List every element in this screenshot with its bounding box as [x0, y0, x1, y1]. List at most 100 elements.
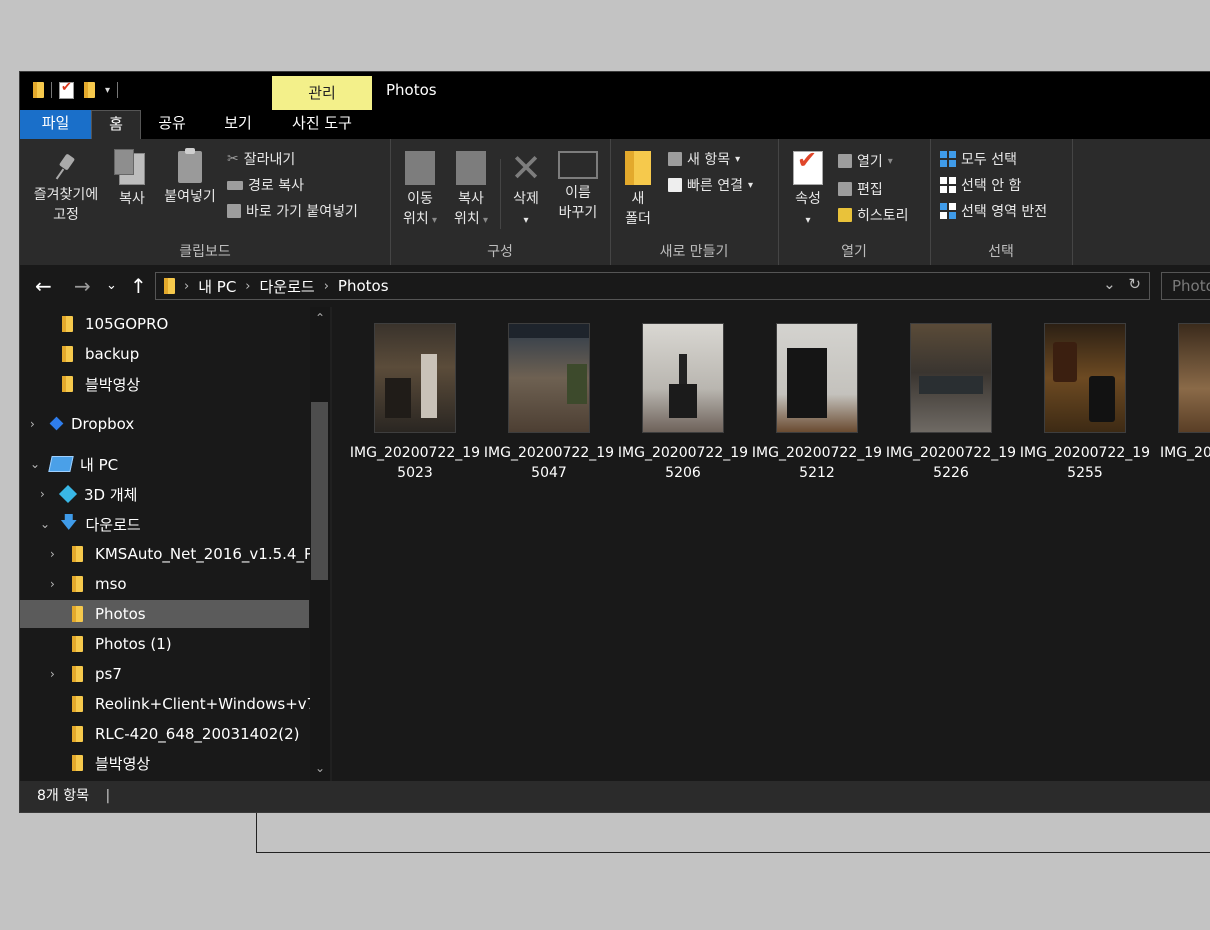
- tree-item[interactable]: › mso: [50, 570, 127, 598]
- copy-path-button[interactable]: 경로 복사: [227, 175, 304, 195]
- file-item[interactable]: IMG_20200722_195226: [884, 323, 1018, 483]
- tree-item-label: 105GOPRO: [85, 315, 169, 333]
- folder-icon: [62, 376, 73, 392]
- chevron-right-icon[interactable]: ›: [40, 487, 45, 501]
- file-item[interactable]: IMG_20200722_195212: [750, 323, 884, 483]
- file-name: IMG_20200722_195047: [483, 445, 615, 481]
- open-icon: [838, 154, 852, 168]
- address-bar[interactable]: › 내 PC › 다운로드 › Photos ⌄ ↻: [155, 272, 1150, 300]
- pin-to-quick-access-button[interactable]: 즐겨찾기에 고정: [26, 153, 106, 225]
- tree-item[interactable]: 블박영상: [72, 749, 150, 777]
- copy-to-label-line2: 위치: [454, 211, 480, 227]
- tree-item-this-pc[interactable]: ⌄ 내 PC: [30, 450, 118, 478]
- nav-scrollbar[interactable]: ⌃ ⌄: [310, 307, 330, 781]
- tree-item[interactable]: 105GOPRO: [62, 310, 168, 338]
- rename-button[interactable]: 이름 바꾸기: [550, 151, 606, 223]
- tab-file[interactable]: 파일: [20, 110, 91, 139]
- breadcrumb-photos[interactable]: Photos: [338, 277, 389, 295]
- select-all-label: 모두 선택: [961, 152, 1017, 168]
- tree-item-label: 다운로드: [85, 515, 141, 534]
- rename-label-line2: 바꾸기: [558, 205, 598, 221]
- new-folder-label-line2: 폴더: [625, 211, 651, 227]
- file-item[interactable]: IMG_2020072: [1152, 323, 1210, 463]
- tree-item-label: Photos (1): [95, 635, 172, 653]
- chevron-right-icon[interactable]: ›: [50, 577, 55, 591]
- history-button[interactable]: 히스토리: [838, 205, 909, 225]
- copy-to-button[interactable]: 복사 위치 ▾: [448, 151, 494, 231]
- address-dropdown-icon[interactable]: ⌄: [1103, 275, 1116, 293]
- breadcrumb-this-pc[interactable]: 내 PC: [198, 276, 236, 297]
- tree-item-downloads[interactable]: ⌄ 🡇 다운로드: [40, 510, 141, 538]
- paste-shortcut-icon: [227, 204, 241, 218]
- new-item-button[interactable]: 새 항목 ▾: [668, 149, 740, 169]
- chevron-down-icon[interactable]: ⌄: [30, 457, 40, 471]
- delete-label: 삭제: [513, 191, 539, 207]
- new-group: 새 폴더 새 항목 ▾ 빠른 연결 ▾ 새로 만들기: [610, 139, 779, 265]
- invert-selection-icon: [940, 203, 956, 219]
- breadcrumb-downloads[interactable]: 다운로드: [260, 276, 315, 297]
- invert-selection-button[interactable]: 선택 영역 반전: [940, 201, 1047, 221]
- tab-picture-tools[interactable]: 사진 도구: [278, 110, 366, 139]
- file-item[interactable]: IMG_20200722_195255: [1018, 323, 1152, 483]
- folder-icon: [62, 346, 73, 362]
- clipboard-group-label: 클립보드: [179, 244, 231, 260]
- tree-item[interactable]: RLC-420_648_20031402(2): [72, 720, 300, 748]
- tree-item[interactable]: 블박영상: [62, 370, 140, 398]
- paste-shortcut-button[interactable]: 바로 가기 붙여넣기: [227, 201, 358, 221]
- recent-locations-chevron-icon[interactable]: ⌄: [106, 278, 117, 293]
- quick-access-toolbar: ▾: [33, 80, 125, 100]
- select-all-button[interactable]: 모두 선택: [940, 149, 1017, 169]
- up-arrow-icon[interactable]: ↑: [130, 274, 147, 298]
- file-item[interactable]: IMG_20200722_195047: [482, 323, 616, 483]
- tree-item-3d-objects[interactable]: › 3D 개체: [40, 480, 137, 508]
- scroll-up-chevron-icon[interactable]: ⌃: [310, 311, 330, 325]
- clipboard-icon: [178, 148, 202, 183]
- rename-icon: [558, 151, 598, 179]
- refresh-icon[interactable]: ↻: [1128, 275, 1141, 293]
- cut-button[interactable]: ✂ 잘라내기: [227, 149, 295, 169]
- file-item[interactable]: IMG_20200722_195023: [348, 323, 482, 483]
- paste-button[interactable]: 붙여넣기: [158, 148, 222, 207]
- photo-thumbnail: [776, 323, 858, 433]
- tree-item-dropbox[interactable]: › Dropbox: [30, 410, 134, 438]
- tree-item[interactable]: Reolink+Client+Windows+v7.2.: [72, 690, 311, 718]
- tab-view[interactable]: 보기: [210, 110, 266, 139]
- file-name: IMG_2020072: [1160, 445, 1210, 461]
- tree-item[interactable]: › KMSAuto_Net_2016_v1.5.4_Porta: [50, 540, 311, 568]
- copy-button[interactable]: 복사: [110, 149, 154, 209]
- file-item[interactable]: IMG_20200722_195206: [616, 323, 750, 483]
- manage-context-tab[interactable]: 관리: [272, 76, 372, 110]
- tree-item-label: 3D 개체: [84, 485, 138, 504]
- back-arrow-icon[interactable]: ←: [35, 274, 52, 298]
- chevron-down-icon: ▾: [735, 153, 741, 165]
- new-folder-icon[interactable]: [84, 82, 95, 98]
- scroll-thumb[interactable]: [311, 402, 328, 580]
- properties-icon[interactable]: [59, 80, 74, 99]
- select-none-button[interactable]: 선택 안 함: [940, 175, 1021, 195]
- delete-button[interactable]: ✕ 삭제 ▾: [504, 149, 548, 231]
- tree-item[interactable]: Photos (1): [72, 630, 172, 658]
- copy-to-icon: [456, 151, 486, 185]
- chevron-down-icon[interactable]: ⌄: [40, 517, 50, 531]
- properties-button[interactable]: 속성 ▾: [784, 150, 832, 231]
- move-to-button[interactable]: 이동 위치 ▾: [398, 151, 442, 231]
- file-name: IMG_20200722_195255: [1019, 445, 1151, 481]
- scroll-down-chevron-icon[interactable]: ⌄: [310, 761, 330, 775]
- customize-dropdown-icon[interactable]: ▾: [105, 85, 110, 96]
- tree-item[interactable]: backup: [62, 340, 139, 368]
- tab-home[interactable]: 홈: [91, 110, 141, 140]
- new-folder-button[interactable]: 새 폴더: [616, 151, 660, 229]
- chevron-right-icon[interactable]: ›: [30, 417, 35, 431]
- edit-button[interactable]: 편집: [838, 179, 883, 199]
- open-button[interactable]: 열기 ▾: [838, 151, 893, 171]
- navigation-pane: 105GOPRO backup 블박영상 › Dropbox ⌄ 내 PC › …: [20, 307, 330, 781]
- easy-access-button[interactable]: 빠른 연결 ▾: [668, 175, 753, 195]
- tab-share[interactable]: 공유: [144, 110, 200, 139]
- search-input[interactable]: Photos: [1161, 272, 1210, 300]
- organize-group: 이동 위치 ▾ 복사 위치 ▾ ✕ 삭제 ▾ 이름 바꾸기 구성: [390, 139, 611, 265]
- forward-arrow-icon[interactable]: →: [74, 274, 91, 298]
- tree-item[interactable]: › ps7: [50, 660, 122, 688]
- tree-item-photos-selected[interactable]: Photos: [20, 600, 309, 628]
- chevron-right-icon[interactable]: ›: [50, 667, 55, 681]
- chevron-right-icon[interactable]: ›: [50, 547, 55, 561]
